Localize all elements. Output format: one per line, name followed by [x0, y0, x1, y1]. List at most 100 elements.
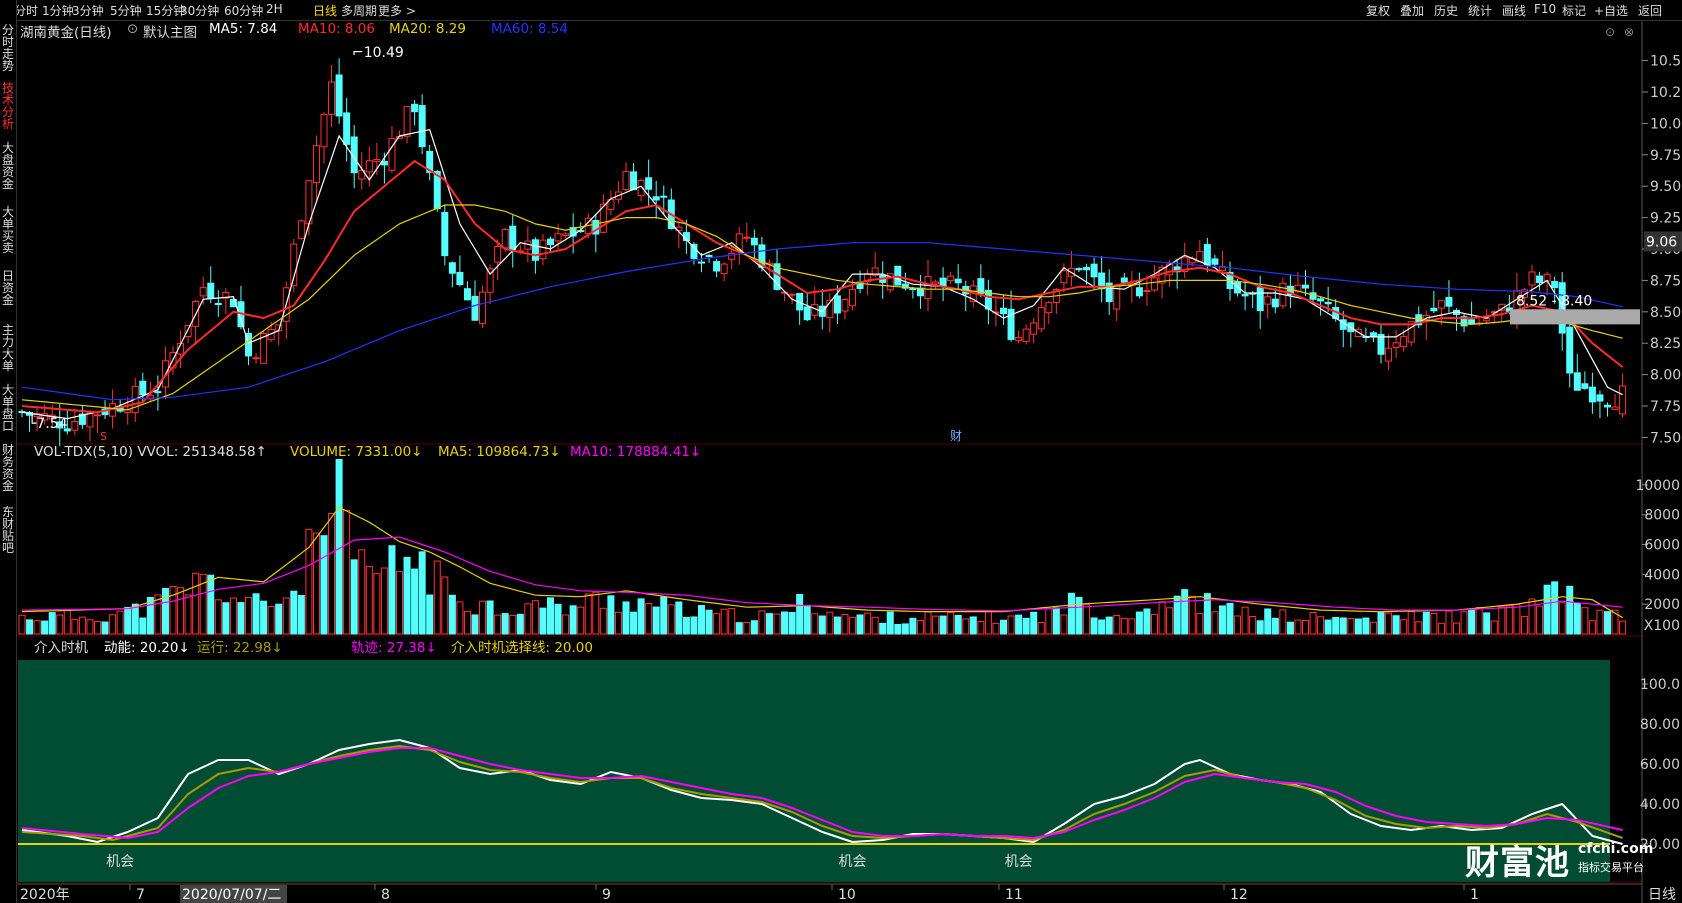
candle-body	[509, 225, 517, 250]
volume-bar	[124, 606, 132, 635]
volume-bar	[1573, 602, 1581, 635]
sidebar-item-4[interactable]: 日资金	[1, 270, 15, 306]
volume-bar	[1498, 606, 1506, 635]
volume-bar	[56, 614, 64, 635]
volume-bar	[1249, 616, 1257, 635]
volume-bar	[1309, 612, 1317, 635]
candle-body	[735, 233, 743, 252]
candle-body	[1151, 277, 1158, 291]
period-tab-10[interactable]: 更多 >	[378, 2, 416, 19]
period-tab-1[interactable]: 1分钟	[42, 2, 74, 19]
sidebar-item-1[interactable]: 技术分析	[1, 82, 15, 130]
volume-bar	[1453, 622, 1460, 635]
vol-labels-item-2: MA5: 109864.73↓	[438, 444, 561, 460]
volume-bar	[1052, 607, 1060, 635]
volume-bar	[1619, 620, 1627, 635]
volume-bar	[229, 597, 237, 635]
tool-button-0[interactable]: 复权	[1366, 2, 1390, 19]
volume-bar	[781, 611, 789, 635]
volume-bar	[71, 618, 79, 635]
candle-body	[803, 306, 811, 321]
volume-bar	[78, 616, 86, 635]
candle-body	[1060, 270, 1068, 284]
tool-button-1[interactable]: 叠加	[1400, 2, 1424, 19]
volume-bar	[131, 603, 139, 635]
volume-bar	[411, 568, 419, 635]
period-tab-8[interactable]: 日线	[313, 2, 337, 19]
volume-bar	[456, 601, 464, 635]
period-tab-3[interactable]: 5分钟	[110, 2, 142, 19]
candle-body	[531, 239, 539, 261]
close-icon: ⊗	[1624, 25, 1634, 39]
period-tab-9[interactable]: 多周期	[341, 2, 377, 19]
candle-body	[833, 295, 841, 314]
volume-bar	[743, 622, 751, 635]
period-tab-7[interactable]: 2H	[266, 2, 283, 16]
tool-button-7[interactable]: +自选	[1594, 2, 1628, 19]
volume-bar	[403, 556, 411, 635]
volume-bar	[1392, 615, 1400, 635]
volume-bar	[161, 587, 169, 635]
sidebar-item-0[interactable]: 分时走势	[1, 24, 15, 72]
volume-bar	[1339, 617, 1347, 635]
volume-bar	[282, 597, 290, 635]
volume-bar	[524, 603, 532, 635]
opportunity-signal-label: 机会	[1005, 854, 1033, 870]
volume-bar	[750, 620, 758, 635]
tool-button-6[interactable]: 标记	[1562, 2, 1586, 19]
sidebar-item-6[interactable]: 大单盘口	[1, 384, 15, 432]
tool-button-3[interactable]: 统计	[1468, 2, 1492, 19]
candle-body	[554, 233, 562, 242]
volume-bar	[675, 601, 683, 635]
sidebar-item-7[interactable]: 财务资金	[1, 444, 15, 492]
volume-bar	[33, 620, 41, 635]
signal-marker-cai: 财	[950, 429, 962, 443]
volume-bar	[1520, 615, 1528, 635]
tool-button-4[interactable]: 画线	[1502, 2, 1526, 19]
sidebar-item-2[interactable]: 大盘资金	[1, 142, 15, 190]
template-name[interactable]: 默认主图	[143, 21, 197, 41]
period-tab-0[interactable]: 分时	[14, 2, 38, 19]
candle-body	[690, 243, 698, 259]
vol-tick-label: 10000	[1635, 478, 1680, 494]
period-tab-5[interactable]: 30分钟	[180, 2, 219, 19]
volume-bar	[1422, 611, 1430, 635]
range-box	[1510, 309, 1640, 325]
candle-body	[1581, 383, 1589, 389]
ind-labels-item-1: 动能: 20.20↓	[104, 640, 190, 656]
period-tab-6[interactable]: 60分钟	[224, 2, 263, 19]
volume-bar	[1490, 620, 1498, 635]
candle-body	[456, 271, 464, 286]
volume-bar	[222, 602, 230, 635]
vol-labels-item-0: VOL-TDX(5,10) VVOL: 251348.58↑	[34, 444, 267, 460]
ind-tick-label: 40.00	[1640, 797, 1680, 813]
volume-bar	[26, 619, 34, 635]
volume-bar	[871, 616, 879, 635]
period-tab-2[interactable]: 3分钟	[72, 2, 104, 19]
volume-bar	[1143, 608, 1151, 635]
volume-bar	[1030, 611, 1038, 635]
sidebar-item-5[interactable]: 主力大单	[1, 324, 15, 372]
volume-bar	[1090, 617, 1098, 635]
volume-bar	[1377, 612, 1385, 635]
signal-marker-s: S	[100, 430, 107, 443]
volume-bar	[864, 612, 872, 635]
volume-bar	[886, 611, 894, 635]
candle-body	[1271, 298, 1279, 308]
stock-title: 湖南黄金(日线)	[20, 25, 112, 41]
tool-button-2[interactable]: 历史	[1434, 2, 1458, 19]
volume-bar	[1400, 619, 1408, 635]
template-dropdown-icon[interactable]: ⊙	[127, 21, 138, 37]
volume-bar	[1226, 602, 1234, 635]
sidebar-item-8[interactable]: 东财贴吧	[1, 506, 15, 554]
candle-body	[1264, 296, 1272, 305]
sidebar-item-3[interactable]: 大单买卖	[1, 206, 15, 254]
candle-body	[849, 288, 856, 307]
tool-button-5[interactable]: F10	[1534, 2, 1556, 16]
volume-bar	[652, 606, 660, 635]
vol-ma10-line	[21, 536, 1623, 612]
ind-labels-item-3: 轨迹: 27.38↓	[351, 640, 437, 656]
tool-button-8[interactable]: 返回	[1638, 2, 1662, 19]
volume-bar	[1332, 616, 1340, 635]
volume-bar	[554, 603, 562, 635]
